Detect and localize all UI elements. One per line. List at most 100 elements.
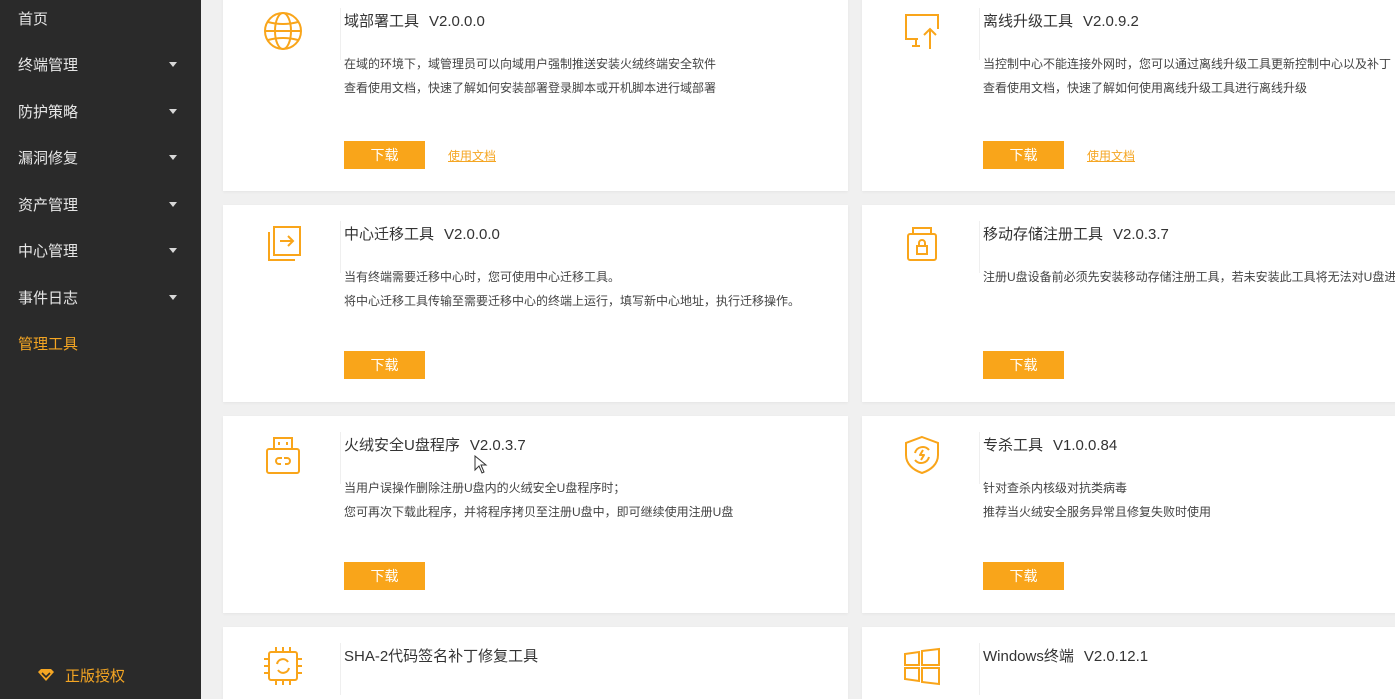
- download-button[interactable]: 下载: [983, 141, 1064, 169]
- tools-grid: 域部署工具 V2.0.0.0 在域的环境下，域管理员可以向域用户强制推送安装火绒终…: [201, 0, 1395, 699]
- divider: [340, 432, 341, 484]
- windows-icon: [904, 647, 940, 686]
- tool-version: V2.0.9.2: [1083, 13, 1139, 30]
- sidebar-item-terminal-management[interactable]: 终端管理: [0, 41, 201, 87]
- diamond-icon: [38, 669, 54, 681]
- sidebar-item-label: 中心管理: [18, 242, 79, 260]
- divider: [340, 643, 341, 695]
- tool-title: 火绒安全U盘程序 V2.0.3.7: [344, 434, 526, 455]
- tool-version: V2.0.0.0: [429, 13, 485, 30]
- description-line: 您可再次下载此程序，并将程序拷贝至注册U盘中，即可继续使用注册U盘: [344, 505, 734, 519]
- divider: [979, 643, 980, 695]
- license-label: 正版授权: [65, 667, 126, 685]
- tool-name: 专杀工具: [983, 437, 1044, 454]
- tool-card-sha2-patch: SHA-2代码签名补丁修复工具: [223, 627, 848, 699]
- tool-description: 当用户误操作删除注册U盘内的火绒安全U盘程序时； 您可再次下载此程序，并将程序拷…: [344, 476, 733, 524]
- tool-name: 火绒安全U盘程序: [344, 437, 460, 454]
- tool-version: V1.0.0.84: [1053, 437, 1118, 454]
- tool-version: V2.0.12.1: [1083, 648, 1149, 665]
- sidebar-item-label: 终端管理: [18, 56, 79, 74]
- tool-name: 域部署工具: [344, 13, 420, 30]
- caret-down-icon: [169, 61, 177, 67]
- tool-name: 离线升级工具: [983, 13, 1074, 30]
- migrate-icon: [268, 226, 301, 261]
- tool-name: Windows终端: [983, 648, 1074, 665]
- chip-refresh-icon: [264, 647, 302, 685]
- caret-down-icon: [169, 294, 177, 300]
- sidebar-item-label: 首页: [18, 10, 49, 28]
- tool-title: SHA-2代码签名补丁修复工具: [344, 645, 538, 666]
- sidebar-item-asset-management[interactable]: 资产管理: [0, 181, 201, 227]
- tool-name: SHA-2代码签名补丁修复工具: [344, 648, 539, 665]
- tool-card-center-migration: 中心迁移工具 V2.0.0.0 当有终端需要迁移中心时，您可使用中心迁移工具。 将…: [223, 205, 848, 402]
- description-line: 当有终端需要迁移中心时，您可使用中心迁移工具。: [344, 270, 621, 284]
- globe-icon: [264, 12, 302, 50]
- tool-card-domain-deploy: 域部署工具 V2.0.0.0 在域的环境下，域管理员可以向域用户强制推送安装火绒终…: [223, 0, 848, 191]
- tool-version: V2.0.0.0: [444, 226, 500, 243]
- download-button[interactable]: 下载: [344, 141, 425, 169]
- sidebar-item-label: 防护策略: [18, 103, 79, 121]
- tool-description: 在域的环境下，域管理员可以向域用户强制推送安装火绒终端安全软件 查看使用文档，快…: [344, 52, 716, 100]
- description-line: 查看使用文档，快速了解如何使用离线升级工具进行离线升级: [983, 81, 1308, 95]
- usb-drive-icon: [266, 437, 300, 474]
- sidebar-item-label: 漏洞修复: [18, 149, 79, 167]
- tool-description: 针对查杀内核级对抗类病毒 推荐当火绒安全服务异常且修复失败时使用: [983, 476, 1211, 524]
- sidebar-item-label: 事件日志: [18, 289, 79, 307]
- sidebar-item-protection-policy[interactable]: 防护策略: [0, 88, 201, 134]
- doc-link[interactable]: 使用文档: [1087, 147, 1135, 164]
- download-button[interactable]: 下载: [983, 562, 1064, 590]
- divider: [979, 8, 980, 60]
- divider: [340, 221, 341, 273]
- description-line: 当用户误操作删除注册U盘内的火绒安全U盘程序时；: [344, 481, 626, 495]
- description-line: 注册U盘设备前必须先安装移动存储注册工具，若未安装此工具将无法对U盘进: [983, 270, 1395, 284]
- mouse-cursor-icon: [474, 455, 488, 474]
- tool-title: 专杀工具 V1.0.0.84: [983, 434, 1117, 455]
- tool-description: 当控制中心不能连接外网时，您可以通过离线升级工具更新控制中心以及补丁 查看使用文…: [983, 52, 1391, 100]
- sidebar-item-management-tools[interactable]: 管理工具: [0, 320, 201, 366]
- description-line: 将中心迁移工具传输至需要迁移中心的终端上运行，填写新中心地址，执行迁移操作。: [344, 294, 801, 308]
- caret-down-icon: [169, 154, 177, 160]
- download-button[interactable]: 下载: [344, 351, 425, 379]
- tool-title: 离线升级工具 V2.0.9.2: [983, 10, 1139, 31]
- description-line: 针对查杀内核级对抗类病毒: [983, 481, 1128, 495]
- caret-down-icon: [169, 108, 177, 114]
- description-line: 查看使用文档，快速了解如何安装部署登录脚本或开机脚本进行域部署: [344, 81, 717, 95]
- sidebar-item-event-log[interactable]: 事件日志: [0, 274, 201, 320]
- storage-lock-icon: [907, 227, 937, 261]
- description-line: 在域的环境下，域管理员可以向域用户强制推送安装火绒终端安全软件: [344, 57, 717, 71]
- tool-name: 中心迁移工具: [344, 226, 435, 243]
- tool-card-usb-program: 火绒安全U盘程序 V2.0.3.7 当用户误操作删除注册U盘内的火绒安全U盘程序时…: [223, 416, 848, 613]
- license-link[interactable]: 正版授权: [0, 651, 201, 699]
- tool-card-offline-upgrade: 离线升级工具 V2.0.9.2 当控制中心不能连接外网时，您可以通过离线升级工具更…: [862, 0, 1395, 191]
- tool-title: 域部署工具 V2.0.0.0: [344, 10, 485, 31]
- download-button[interactable]: 下载: [983, 351, 1064, 379]
- tool-version: V2.0.3.7: [469, 437, 526, 454]
- divider: [979, 432, 980, 484]
- caret-down-icon: [169, 247, 177, 253]
- divider: [340, 8, 341, 60]
- doc-link[interactable]: 使用文档: [448, 147, 496, 164]
- divider: [979, 221, 980, 273]
- tool-version: V2.0.3.7: [1113, 226, 1169, 243]
- description-line: 当控制中心不能连接外网时，您可以通过离线升级工具更新控制中心以及补丁: [983, 57, 1392, 71]
- tool-card-special-kill: 专杀工具 V1.0.0.84 针对查杀内核级对抗类病毒 推荐当火绒安全服务异常且修…: [862, 416, 1395, 613]
- sidebar-item-home[interactable]: 首页: [0, 0, 201, 41]
- caret-down-icon: [169, 201, 177, 207]
- sidebar-item-label: 资产管理: [18, 196, 79, 214]
- tool-title: 中心迁移工具 V2.0.0.0: [344, 223, 500, 244]
- monitor-upload-icon: [905, 14, 939, 49]
- tool-title: Windows终端 V2.0.12.1: [983, 645, 1148, 666]
- sidebar-item-vulnerability-fix[interactable]: 漏洞修复: [0, 134, 201, 180]
- description-line: 推荐当火绒安全服务异常且修复失败时使用: [983, 505, 1212, 519]
- sidebar: 首页 终端管理 防护策略 漏洞修复 资产管理 中心管理 事件日志 管理工具 正版…: [0, 0, 201, 699]
- sidebar-item-center-management[interactable]: 中心管理: [0, 227, 201, 273]
- tool-name: 移动存储注册工具: [983, 226, 1104, 243]
- sidebar-item-label: 管理工具: [18, 335, 79, 353]
- tool-description: 当有终端需要迁移中心时，您可使用中心迁移工具。 将中心迁移工具传输至需要迁移中心…: [344, 265, 800, 313]
- tool-description: 注册U盘设备前必须先安装移动存储注册工具，若未安装此工具将无法对U盘进: [983, 265, 1395, 289]
- download-button[interactable]: 下载: [344, 562, 425, 590]
- shield-bolt-icon: [905, 435, 939, 475]
- tool-card-storage-registration: 移动存储注册工具 V2.0.3.7 注册U盘设备前必须先安装移动存储注册工具，若未…: [862, 205, 1395, 402]
- tool-title: 移动存储注册工具 V2.0.3.7: [983, 223, 1169, 244]
- tool-card-windows-terminal: Windows终端 V2.0.12.1: [862, 627, 1395, 699]
